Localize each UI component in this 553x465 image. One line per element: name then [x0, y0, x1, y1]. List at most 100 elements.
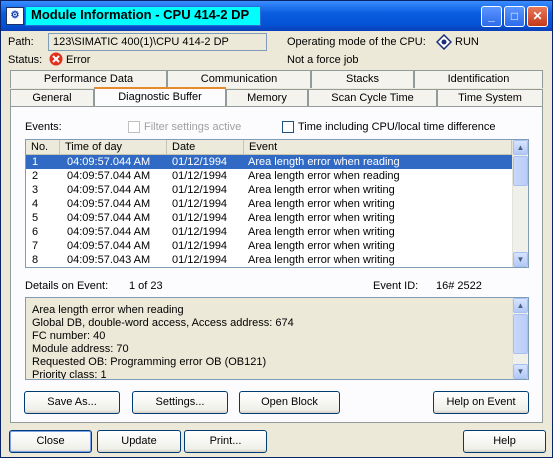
tab-time-system[interactable]: Time System — [437, 89, 543, 107]
details-line: Module address: 70 — [32, 343, 129, 355]
event-id-label: Event ID: — [373, 280, 419, 292]
details-scrollbar[interactable]: ▲ ▼ — [512, 298, 528, 379]
tab-identification[interactable]: Identification — [414, 70, 543, 88]
update-button[interactable]: Update — [97, 430, 181, 453]
cell-no: 6 — [32, 226, 39, 238]
tab-scan-cycle-time[interactable]: Scan Cycle Time — [308, 89, 437, 107]
module-information-window: ⚙ Module Information - CPU 414-2 DP _ □ … — [0, 0, 553, 458]
cell-no: 4 — [32, 198, 39, 210]
cell-event: Area length error when reading — [248, 156, 400, 168]
force-job-status: Not a force job — [287, 54, 359, 66]
cell-date: 01/12/1994 — [172, 226, 228, 238]
minimize-button[interactable]: _ — [481, 6, 502, 27]
details-line: Priority class: 1 — [32, 369, 107, 380]
app-icon[interactable]: ⚙ — [6, 7, 24, 25]
scroll-thumb[interactable] — [513, 156, 528, 186]
cell-event: Area length error when writing — [248, 212, 395, 224]
scroll-up-icon[interactable]: ▲ — [513, 298, 528, 313]
details-line: Area length error when reading — [32, 304, 184, 316]
details-line: Requested OB: Programming error OB (OB12… — [32, 356, 267, 368]
help-button[interactable]: Help — [463, 430, 546, 453]
status-value: Error — [66, 54, 91, 66]
tab-performance-data[interactable]: Performance Data — [10, 70, 167, 88]
background-area — [0, 458, 553, 465]
cell-time: 04:09:57.044 AM — [67, 240, 151, 252]
path-field: 123\SIMATIC 400(1)\CPU 414-2 DP — [48, 33, 267, 51]
event-row[interactable]: 7 04:09:57.044 AM 01/12/1994 Area length… — [26, 239, 512, 253]
window-title: Module Information - CPU 414-2 DP — [31, 7, 250, 22]
scroll-up-icon[interactable]: ▲ — [513, 140, 528, 155]
status-label: Status: — [8, 54, 43, 66]
cell-no: 1 — [32, 156, 39, 168]
column-header-time[interactable]: Time of day — [60, 140, 167, 155]
save-as-button[interactable]: Save As... — [24, 391, 120, 414]
cell-event: Area length error when writing — [248, 254, 395, 266]
event-row[interactable]: 2 04:09:57.044 AM 01/12/1994 Area length… — [26, 169, 512, 183]
print-button[interactable]: Print... — [184, 430, 267, 453]
scroll-down-icon[interactable]: ▼ — [513, 364, 528, 379]
cell-event: Area length error when writing — [248, 226, 395, 238]
cell-event: Area length error when writing — [248, 184, 395, 196]
tab-memory[interactable]: Memory — [226, 89, 308, 107]
cell-event: Area length error when writing — [248, 240, 395, 252]
filter-settings-label: Filter settings active — [144, 121, 242, 133]
error-icon — [49, 52, 63, 69]
mode-value: RUN — [455, 36, 479, 48]
close-button[interactable]: Close — [9, 430, 92, 453]
mode-label: Operating mode of the CPU: — [287, 36, 426, 48]
help-on-event-button[interactable]: Help on Event — [433, 391, 529, 414]
event-details-box[interactable]: Area length error when reading Global DB… — [25, 297, 529, 380]
cell-no: 7 — [32, 240, 39, 252]
column-header-no[interactable]: No. — [26, 140, 60, 155]
event-row[interactable]: 3 04:09:57.044 AM 01/12/1994 Area length… — [26, 183, 512, 197]
time-difference-checkbox[interactable] — [282, 121, 294, 133]
run-mode-icon — [435, 33, 453, 53]
cell-time: 04:09:57.044 AM — [67, 170, 151, 182]
filter-settings-checkbox[interactable] — [128, 121, 140, 133]
cell-date: 01/12/1994 — [172, 184, 228, 196]
tab-general[interactable]: General — [10, 89, 94, 107]
cell-event: Area length error when writing — [248, 198, 395, 210]
cell-no: 3 — [32, 184, 39, 196]
event-row[interactable]: 4 04:09:57.044 AM 01/12/1994 Area length… — [26, 197, 512, 211]
cell-time: 04:09:57.044 AM — [67, 198, 151, 210]
open-block-button[interactable]: Open Block — [239, 391, 340, 414]
cell-date: 01/12/1994 — [172, 156, 228, 168]
cell-time: 04:09:57.044 AM — [67, 226, 151, 238]
cell-time: 04:09:57.044 AM — [67, 184, 151, 196]
tab-diagnostic-buffer[interactable]: Diagnostic Buffer — [94, 87, 226, 107]
event-row[interactable]: 8 04:09:57.043 AM 01/12/1994 Area length… — [26, 253, 512, 267]
events-scrollbar[interactable]: ▲ ▼ — [512, 140, 528, 267]
scroll-down-icon[interactable]: ▼ — [513, 252, 528, 267]
events-list[interactable]: No. Time of day Date Event 1 04:09:57.04… — [25, 139, 529, 268]
column-header-event[interactable]: Event — [244, 140, 512, 155]
cell-no: 8 — [32, 254, 39, 266]
event-id-value: 16# 2522 — [436, 280, 482, 292]
details-label: Details on Event: — [25, 280, 109, 292]
scroll-thumb[interactable] — [513, 314, 528, 354]
tab-communication[interactable]: Communication — [167, 70, 311, 88]
cell-time: 04:09:57.044 AM — [67, 156, 151, 168]
time-difference-label: Time including CPU/local time difference — [298, 121, 496, 133]
cell-date: 01/12/1994 — [172, 212, 228, 224]
event-row[interactable]: 6 04:09:57.044 AM 01/12/1994 Area length… — [26, 225, 512, 239]
tab-stacks[interactable]: Stacks — [311, 70, 414, 88]
maximize-button[interactable]: □ — [504, 6, 525, 27]
details-line: Global DB, double-word access, Access ad… — [32, 317, 294, 329]
cell-time: 04:09:57.044 AM — [67, 212, 151, 224]
cell-no: 2 — [32, 170, 39, 182]
cell-date: 01/12/1994 — [172, 240, 228, 252]
title-bar[interactable]: ⚙ Module Information - CPU 414-2 DP _ □ … — [1, 1, 552, 31]
settings-button[interactable]: Settings... — [132, 391, 228, 414]
event-row[interactable]: 5 04:09:57.044 AM 01/12/1994 Area length… — [26, 211, 512, 225]
cell-time: 04:09:57.043 AM — [67, 254, 151, 266]
cell-date: 01/12/1994 — [172, 198, 228, 210]
cell-date: 01/12/1994 — [172, 170, 228, 182]
event-row[interactable]: 1 04:09:57.044 AM 01/12/1994 Area length… — [26, 155, 512, 169]
event-counter: 1 of 23 — [129, 280, 163, 292]
cell-date: 01/12/1994 — [172, 254, 228, 266]
close-window-button[interactable]: ✕ — [527, 6, 548, 27]
column-header-date[interactable]: Date — [167, 140, 244, 155]
cell-no: 5 — [32, 212, 39, 224]
cell-event: Area length error when reading — [248, 170, 400, 182]
